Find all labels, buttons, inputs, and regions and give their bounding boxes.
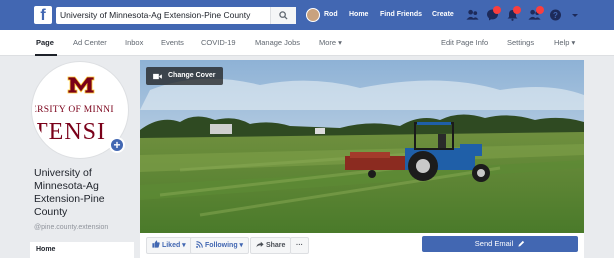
block-m-logo-icon (67, 76, 95, 94)
share-button[interactable]: Share (250, 237, 292, 254)
top-navigation-bar: f University of Minnesota-Ag Extension-P… (0, 0, 614, 30)
help-link[interactable]: Help ▾ (554, 30, 575, 56)
notifications-badge (513, 6, 521, 14)
friend-requests-icon[interactable] (466, 9, 479, 21)
home-link[interactable]: Home (349, 0, 368, 30)
tab-manage-jobs[interactable]: Manage Jobs (255, 30, 300, 56)
following-label: Following ▾ (204, 242, 244, 249)
more-options-button[interactable]: ··· (290, 237, 309, 254)
cover-photo[interactable] (140, 60, 584, 233)
search-input[interactable]: University of Minnesota-Ag Extension-Pin… (56, 7, 296, 24)
tab-more[interactable]: More ▾ (319, 30, 342, 56)
find-friends-link[interactable]: Find Friends (380, 0, 422, 30)
page-admin-nav: Page Ad Center Inbox Events COVID-19 Man… (0, 30, 614, 56)
search-button[interactable] (270, 7, 296, 24)
account-menu-caret-icon[interactable] (571, 9, 579, 21)
video-camera-icon (153, 73, 162, 79)
change-cover-label: Change Cover (168, 72, 216, 79)
tab-events[interactable]: Events (161, 30, 184, 56)
svg-text:?: ? (553, 11, 558, 20)
profile-link[interactable]: Rod (324, 0, 338, 30)
user-avatar[interactable] (306, 8, 320, 22)
tractor-field-photo (140, 60, 584, 233)
page-username[interactable]: @pine.county.extension (34, 224, 108, 231)
facebook-logo-icon[interactable]: f (34, 6, 52, 24)
edit-page-info-link[interactable]: Edit Page Info (441, 30, 488, 56)
search-input-value: University of Minnesota-Ag Extension-Pin… (60, 10, 251, 20)
rss-feed-icon (196, 241, 203, 248)
liked-button[interactable]: Liked ▾ (146, 237, 192, 254)
search-icon (279, 11, 288, 20)
send-email-button[interactable]: Send Email (422, 236, 578, 252)
thumbs-up-icon (152, 240, 160, 248)
send-email-label: Send Email (474, 239, 514, 248)
create-link[interactable]: Create (432, 0, 454, 30)
left-menu-item-home[interactable]: Home (30, 242, 134, 258)
change-cover-button[interactable]: Change Cover (146, 67, 224, 85)
messages-badge (493, 6, 501, 14)
tab-page[interactable]: Page (36, 30, 54, 56)
pencil-icon (518, 240, 525, 247)
tab-ad-center[interactable]: Ad Center (73, 30, 107, 56)
add-profile-photo-button[interactable]: + (109, 137, 125, 153)
page-notifications-badge (536, 6, 544, 14)
tab-inbox[interactable]: Inbox (125, 30, 143, 56)
help-icon[interactable]: ? (549, 9, 562, 21)
page-title: University of Minnesota-Ag Extension-Pin… (34, 167, 105, 218)
liked-label: Liked ▾ (161, 242, 186, 249)
active-tab-indicator (35, 54, 57, 56)
share-label: Share (265, 242, 286, 249)
tab-covid-19[interactable]: COVID-19 (201, 30, 236, 56)
following-button[interactable]: Following ▾ (190, 237, 250, 254)
settings-link[interactable]: Settings (507, 30, 534, 56)
share-arrow-icon (256, 241, 264, 248)
logo-text-line-1: ERSITY OF MINNI (35, 105, 114, 115)
